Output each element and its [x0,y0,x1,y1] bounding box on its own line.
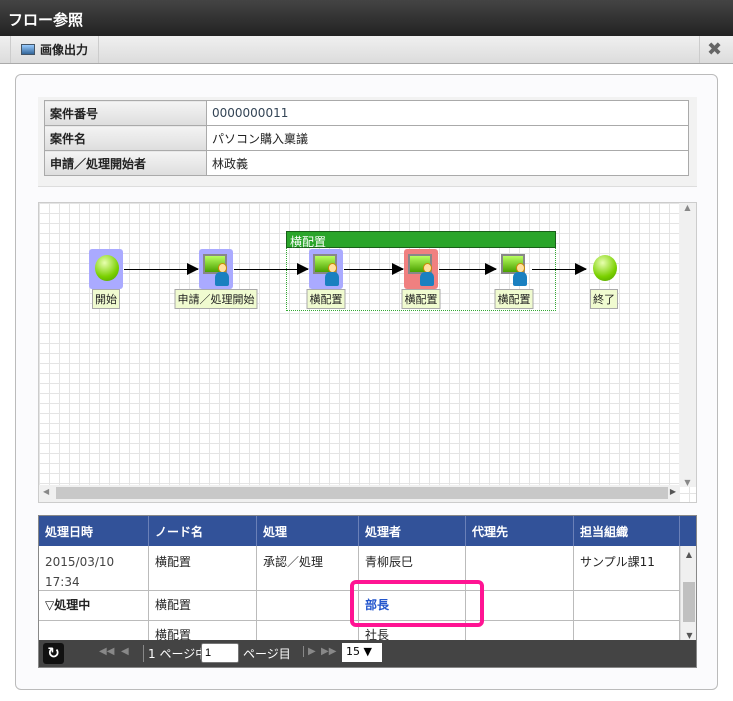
last-page-button[interactable]: ▶▶ [321,646,336,657]
flow-arrow [124,263,199,275]
group-label: 横配置 [286,231,556,249]
grid-cell: ▽処理中 [39,591,149,621]
flow-node[interactable] [309,249,343,289]
flow-node-label: 開始 [92,289,120,309]
flow-arrow [234,263,309,275]
vertical-scrollbar[interactable]: ▲ ▼ [679,203,696,487]
column-header[interactable]: 処理者 [359,516,466,546]
grid-cell [257,591,359,621]
flow-node-label: 横配置 [306,289,346,309]
first-page-button[interactable]: ◀◀ [99,646,114,657]
info-label: 案件名 [44,125,207,151]
grid-cell: 横配置 [149,546,257,591]
refresh-button[interactable]: ↻ [43,643,64,664]
column-header[interactable]: 処理 [257,516,359,546]
info-value: 0000000011 [206,100,689,126]
grid-cell: 2015/03/10 17:34 [39,546,149,591]
page-size-select[interactable]: 15 ▼ [342,643,382,662]
flow-node[interactable] [587,249,621,289]
column-header[interactable]: 処理日時 [39,516,149,546]
page-of-label: 1 ページ中 [143,645,207,662]
page-input[interactable] [201,643,239,663]
close-icon: ✖ [706,39,723,60]
info-value: パソコン購入稟議 [206,125,689,151]
flow-diagram[interactable]: 横配置 開始 申請／処理開始 横配置 横配置 横配置 終了 ▲ ▼ ◀ ▶ [38,202,697,503]
user-icon [325,263,339,287]
pager: ↻ ◀◀ ◀ 1 ページ中 ページ目 ▶ ▶▶ 15 ▼ [39,640,696,667]
flow-node[interactable] [199,249,233,289]
page-suffix-label: ページ目 [243,647,291,661]
prev-page-button[interactable]: ◀ [121,646,129,657]
user-icon [215,263,229,287]
flow-arrow [532,263,587,275]
column-header[interactable]: 担当組織 [574,516,680,546]
flow-node-label: 横配置 [494,289,534,309]
export-image-button[interactable]: 画像出力 [10,36,100,63]
grid-cell: サンプル課11 [574,546,680,591]
flow-arrow [439,263,497,275]
window-title: フロー参照 [0,0,733,36]
flow-node-label: 横配置 [401,289,441,309]
info-row: 案件番号 0000000011 [44,100,689,126]
close-button[interactable]: ✖ [699,36,729,63]
page-size-value: 15 [346,645,360,658]
grid-cell: 承認／処理 [257,546,359,591]
start-node-icon [95,255,119,281]
user-icon [513,263,527,287]
export-label: 画像出力 [40,43,89,57]
column-header[interactable]: 代理先 [466,516,574,546]
grid-cell: 横配置 [149,591,257,621]
info-row: 案件名 パソコン購入稟議 [44,125,689,151]
toolbar: 画像出力 ✖ [0,36,733,64]
flow-node[interactable] [404,249,438,289]
info-value: 林政義 [206,150,689,176]
info-table: 案件番号 0000000011 案件名 パソコン購入稟議 申請／処理開始者 林政義 [44,100,689,176]
horizontal-scrollbar[interactable]: ◀ ▶ [39,485,680,502]
info-row: 申請／処理開始者 林政義 [44,150,689,176]
user-icon [420,263,434,287]
highlight-annotation [350,580,484,627]
flow-node[interactable] [89,249,123,289]
grid-scrollbar[interactable]: ▲ ▼ [680,546,696,642]
info-label: 申請／処理開始者 [44,150,207,176]
column-header[interactable]: ノード名 [149,516,257,546]
flow-node[interactable] [497,249,531,289]
flow-node-label: 申請／処理開始 [174,289,258,309]
image-export-icon [21,44,35,55]
info-label: 案件番号 [44,100,207,126]
end-node-icon [593,255,617,281]
grid-cell [574,591,680,621]
header-filler [680,516,696,546]
flow-node-label: 終了 [590,289,618,309]
flow-arrow [344,263,404,275]
next-page-button[interactable]: ▶ [303,646,316,657]
